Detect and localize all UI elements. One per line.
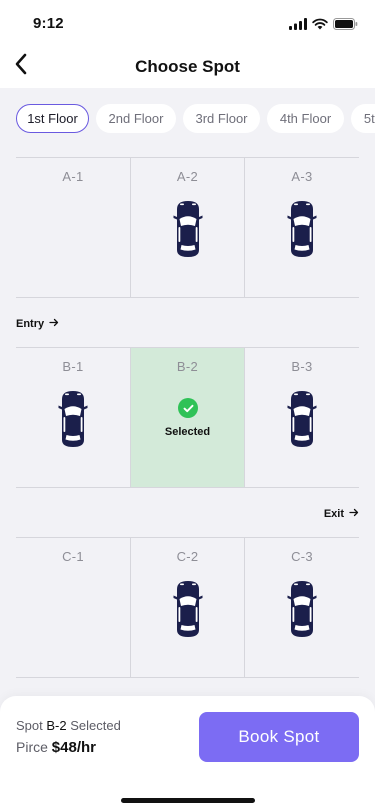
parking-row-b: B-1 B-2 Selected B-3	[16, 347, 359, 488]
wifi-icon	[312, 17, 328, 35]
spot-b-2[interactable]: B-2 Selected	[130, 348, 244, 487]
spot-prefix: Spot	[16, 718, 43, 733]
status-time: 9:12	[33, 15, 64, 32]
exit-marker: Exit	[324, 508, 359, 520]
spot-a-1[interactable]: A-1	[16, 158, 130, 297]
entry-marker: Entry	[16, 318, 59, 330]
nav-bar: Choose Spot	[0, 44, 375, 88]
spot-a-2: A-2	[130, 158, 244, 297]
arrow-right-icon	[49, 318, 59, 330]
selected-status: Selected	[164, 426, 211, 438]
car-icon	[173, 200, 203, 263]
floor-tabs: 1st Floor 2nd Floor 3rd Floor 4th Floor …	[0, 104, 375, 134]
car-icon	[58, 390, 88, 453]
spot-label: B-3	[291, 359, 313, 374]
parking-row-a: A-1 A-2 A-3	[16, 157, 359, 298]
car-icon	[287, 580, 317, 643]
arrow-right-icon	[349, 508, 359, 520]
price-prefix: Pirce	[16, 739, 48, 755]
spot-c-1[interactable]: C-1	[16, 538, 130, 677]
spot-label: A-3	[291, 169, 313, 184]
spot-label: C-3	[291, 549, 313, 564]
spot-label: B-1	[62, 359, 84, 374]
spot-c-2: C-2	[130, 538, 244, 677]
tab-floor-4[interactable]: 4th Floor	[267, 104, 344, 133]
tab-floor-2[interactable]: 2nd Floor	[96, 104, 176, 133]
tab-floor-5[interactable]: 5th Floor	[351, 104, 375, 133]
check-circle-icon	[178, 398, 198, 418]
battery-icon	[333, 17, 358, 35]
home-indicator	[121, 798, 255, 803]
spot-c-3: C-3	[244, 538, 359, 677]
price-summary: Pirce $48/hr	[16, 739, 96, 756]
spot-suffix: Selected	[70, 718, 121, 733]
spot-b-3: B-3	[244, 348, 359, 487]
spot-label: C-1	[62, 549, 84, 564]
price-value: $48/hr	[51, 739, 96, 756]
spot-b-1: B-1	[16, 348, 130, 487]
car-icon	[287, 390, 317, 453]
status-bar: 9:12	[0, 0, 375, 44]
car-icon	[173, 580, 203, 643]
tab-floor-3[interactable]: 3rd Floor	[183, 104, 260, 133]
spot-label: A-1	[62, 169, 84, 184]
booking-sheet: Spot B-2 Selected Pirce $48/hr Book Spot	[0, 696, 375, 812]
car-icon	[287, 200, 317, 263]
spot-label: B-2	[176, 359, 199, 374]
book-spot-button[interactable]: Book Spot	[199, 712, 359, 762]
parking-row-c: C-1 C-2 C-3	[16, 537, 359, 678]
selected-spot-summary: Spot B-2 Selected	[16, 718, 121, 733]
page-title: Choose Spot	[135, 57, 240, 76]
tab-floor-1[interactable]: 1st Floor	[16, 104, 89, 133]
spot-label: C-2	[176, 549, 199, 564]
signal-icon	[289, 17, 307, 35]
exit-label: Exit	[323, 508, 344, 520]
entry-label: Entry	[16, 318, 45, 330]
spot-label: A-2	[176, 169, 199, 184]
spot-a-3: A-3	[244, 158, 359, 297]
status-icons	[289, 17, 358, 35]
selected-spot-id: B-2	[46, 718, 67, 733]
